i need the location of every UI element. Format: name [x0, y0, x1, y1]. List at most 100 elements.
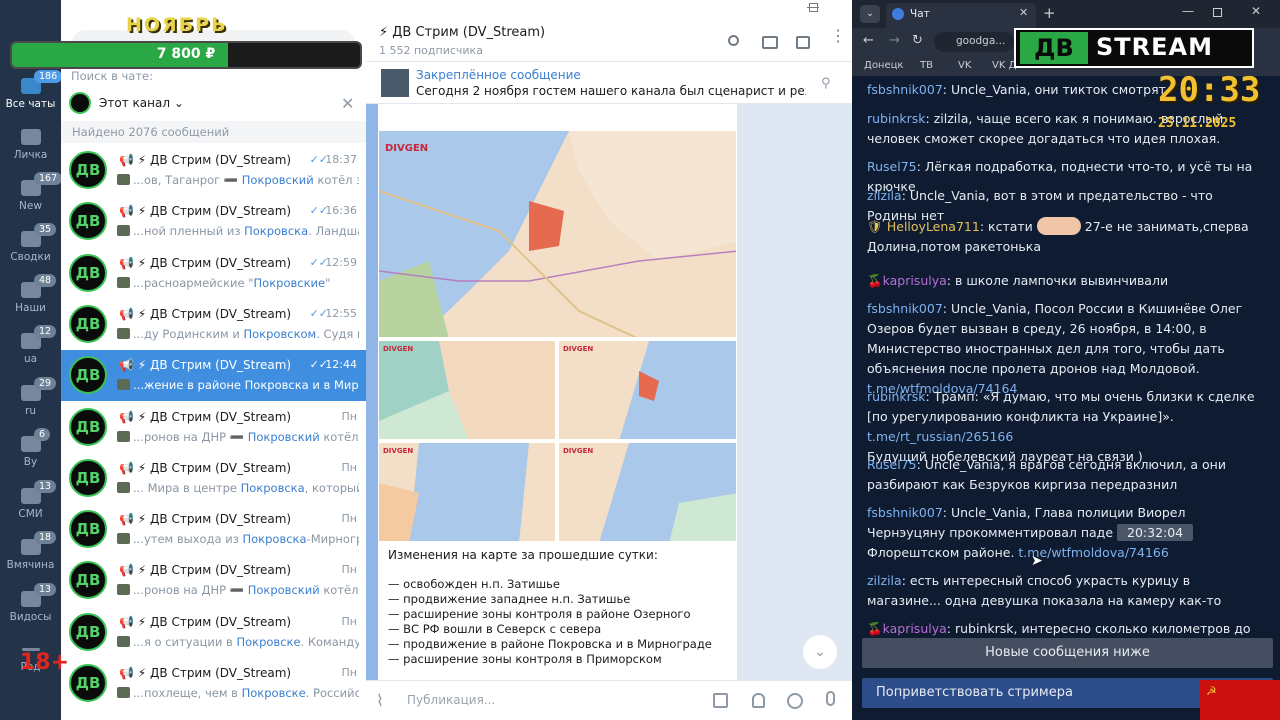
microphone-icon[interactable]: [826, 691, 835, 706]
chat-list-row[interactable]: ДВ 📢 ⚡ ДВ Стрим (DV_Stream) ✓✓ 12:44 ...жени…: [61, 350, 366, 402]
tab-close-icon[interactable]: ✕: [1019, 6, 1028, 19]
folder-all-chats[interactable]: 186 Все чаты: [0, 70, 63, 110]
chat-username[interactable]: kaprisulya: [883, 273, 947, 288]
hammer-sickle-icon: ☭: [1206, 684, 1217, 698]
pinned-message-bar[interactable]: Закреплённое сообщение Сегодня 2 ноября …: [366, 62, 852, 104]
folder-videos[interactable]: 13 Видосы: [0, 583, 61, 623]
channel-post: DIVGEN DIVGEN DIVGEN DIVGEN DIVGEN Измен…: [378, 104, 737, 680]
bookmark[interactable]: ТВ: [920, 60, 933, 71]
chat-list-row[interactable]: ДВ 📢 ⚡ ДВ Стрим (DV_Stream) Пн ...ронов на …: [61, 555, 366, 607]
emoji-icon[interactable]: [787, 693, 803, 709]
scroll-down-button[interactable]: ⌄: [803, 635, 837, 669]
folder-ua[interactable]: 12 ua: [0, 325, 61, 365]
folder-ours[interactable]: 48 Наши: [0, 274, 61, 314]
folder-summaries[interactable]: 35 Сводки: [0, 223, 61, 263]
chat-list-row[interactable]: ДВ 📢 ⚡ ДВ Стрим (DV_Stream) ✓✓ 12:55 ...ду Р…: [61, 298, 366, 350]
folder-unread-count: 186: [34, 70, 63, 83]
window-maximize-icon[interactable]: [1213, 8, 1222, 17]
chat-list-row[interactable]: ДВ 📢 ⚡ ДВ Стрим (DV_Stream) ✓✓ 16:36 ...ной …: [61, 196, 366, 248]
soviet-flag-image: ☭: [1200, 680, 1280, 720]
chat-username[interactable]: Rusel75: [867, 457, 917, 472]
chat-name-text: ⚡ ДВ Стрим (DV_Stream): [137, 204, 292, 219]
map-brand-label: DIVGEN: [383, 345, 414, 353]
post-lines: — освобожден н.п. Затишье — продвижение …: [388, 577, 712, 667]
pin-icon[interactable]: ⚲: [821, 76, 831, 91]
chat-username[interactable]: fsbshnik007: [867, 505, 943, 520]
chat-list-row[interactable]: ДВ 📢 ⚡ ДВ Стрим (DV_Stream) ✓✓ 12:59 ...расн…: [61, 247, 366, 299]
chat-link[interactable]: t.me/rt_russian/265166: [867, 429, 1013, 444]
megaphone-icon: 📢: [119, 255, 134, 270]
tab-chat[interactable]: Чат ✕: [886, 3, 1036, 28]
search-scope[interactable]: Этот канал ⌄: [99, 96, 184, 110]
tab-search-icon[interactable]: ⌄: [860, 5, 880, 23]
folder-by[interactable]: 6 By: [0, 428, 61, 468]
forward-icon[interactable]: →: [889, 33, 900, 48]
chat-list-row[interactable]: ДВ 📢 ⚡ ДВ Стрим (DV_Stream) Пн ...ронов на …: [61, 401, 366, 453]
paperclip-icon[interactable]: ⌇: [376, 691, 384, 710]
chat-username[interactable]: Rusel75: [867, 159, 917, 174]
sidebar-toggle-icon[interactable]: [796, 36, 810, 49]
map-image-main[interactable]: DIVGEN: [378, 130, 737, 338]
preview-text: -Мирноград...: [306, 532, 359, 547]
schedule-icon[interactable]: [713, 693, 728, 708]
bookmark[interactable]: VK: [958, 60, 971, 71]
new-tab-icon[interactable]: +: [1043, 4, 1056, 22]
folder-unread-count: 6: [34, 428, 51, 441]
chat-list-row[interactable]: ДВ 📢 ⚡ ДВ Стрим (DV_Stream) Пн ...похлеще, …: [61, 658, 366, 709]
chat-name: 📢 ⚡ ДВ Стрим (DV_Stream): [119, 666, 291, 680]
tab-title: Чат: [910, 8, 930, 20]
megaphone-icon: 📢: [119, 563, 134, 578]
chat-username[interactable]: fsbshnik007: [867, 82, 943, 97]
channel-title[interactable]: ⚡ ДВ Стрим (DV_Stream): [379, 25, 545, 40]
folder-vmyachina[interactable]: 18 Вмячина: [0, 531, 61, 571]
map-image-3[interactable]: DIVGEN: [558, 340, 737, 440]
chat-list-row[interactable]: ДВ 📢 ⚡ ДВ Стрим (DV_Stream) Пн ...я о ситуа…: [61, 606, 366, 658]
bell-icon[interactable]: [752, 693, 765, 708]
map-image-4[interactable]: DIVGEN: [378, 442, 556, 542]
folder-personal[interactable]: Личка: [0, 129, 61, 161]
message-preview: ...я о ситуации в Покровске. Командующ..…: [117, 635, 359, 649]
month-label: НОЯБРЬ: [126, 14, 228, 36]
back-icon[interactable]: ←: [863, 33, 874, 48]
map-image-2[interactable]: DIVGEN: [378, 340, 556, 440]
media-thumb: [117, 430, 130, 442]
close-icon[interactable]: ✕: [341, 94, 354, 113]
chat-name-text: ⚡ ДВ Стрим (DV_Stream): [137, 255, 292, 270]
media-thumb: [117, 225, 130, 237]
more-icon[interactable]: ⋮: [830, 28, 846, 44]
chat-list-row[interactable]: ДВ 📢 ⚡ ДВ Стрим (DV_Stream) Пн ...утем выхо…: [61, 504, 366, 556]
chat-username[interactable]: HelloyLena711: [887, 219, 980, 234]
chat-list-row[interactable]: ДВ 📢 ⚡ ДВ Стрим (DV_Stream) Пн ... Мира в ц…: [61, 452, 366, 504]
map-image-5[interactable]: DIVGEN: [558, 442, 737, 542]
chat-username[interactable]: zilzila: [867, 188, 902, 203]
reload-icon[interactable]: ↻: [912, 33, 923, 48]
message-time: Пн: [341, 614, 357, 628]
bookmark[interactable]: Донецк: [864, 60, 903, 71]
folder-media[interactable]: 13 СМИ: [0, 480, 61, 520]
chat-username[interactable]: zilzila: [867, 573, 902, 588]
chat-name: 📢 ⚡ ДВ Стрим (DV_Stream): [119, 512, 291, 526]
search-icon[interactable]: [728, 35, 742, 49]
timestamp-tooltip: 20:32:04: [1117, 524, 1194, 541]
address-bar[interactable]: goodga...: [934, 32, 1014, 52]
chat-username[interactable]: rubinkrsk: [867, 111, 926, 126]
window-close-icon[interactable]: ✕: [1251, 4, 1261, 18]
pinned-text: Сегодня 2 ноября гостем нашего канала бы…: [416, 84, 806, 98]
new-messages-below-button[interactable]: Новые сообщения ниже: [862, 638, 1273, 668]
preview-text: котёл зап...: [323, 583, 359, 598]
chat-name-text: ⚡ ДВ Стрим (DV_Stream): [137, 563, 292, 578]
chat-username[interactable]: fsbshnik007: [867, 301, 943, 316]
chat-list-row[interactable]: ДВ 📢 ⚡ ДВ Стрим (DV_Stream) ✓✓ 18:37 ...ов, …: [61, 145, 366, 196]
folder-unread-count: 35: [34, 223, 57, 236]
window-minimize-icon[interactable]: —: [1182, 4, 1194, 18]
chevron-down-icon: ⌄: [173, 96, 184, 110]
window-maximize-icon[interactable]: [809, 3, 818, 12]
live-stream-icon[interactable]: [762, 36, 778, 49]
folder-new[interactable]: 167 New: [0, 172, 63, 212]
channel-pane: ⚡ ДВ Стрим (DV_Stream) 1 552 подписчика …: [366, 0, 852, 720]
chat-username[interactable]: kaprisulya: [883, 621, 947, 636]
post-line: — освобожден н.п. Затишье: [388, 577, 560, 591]
folder-ru[interactable]: 29 ru: [0, 377, 61, 417]
chat-username[interactable]: rubinkrsk: [867, 389, 926, 404]
message-input[interactable]: Публикация...: [407, 693, 495, 707]
